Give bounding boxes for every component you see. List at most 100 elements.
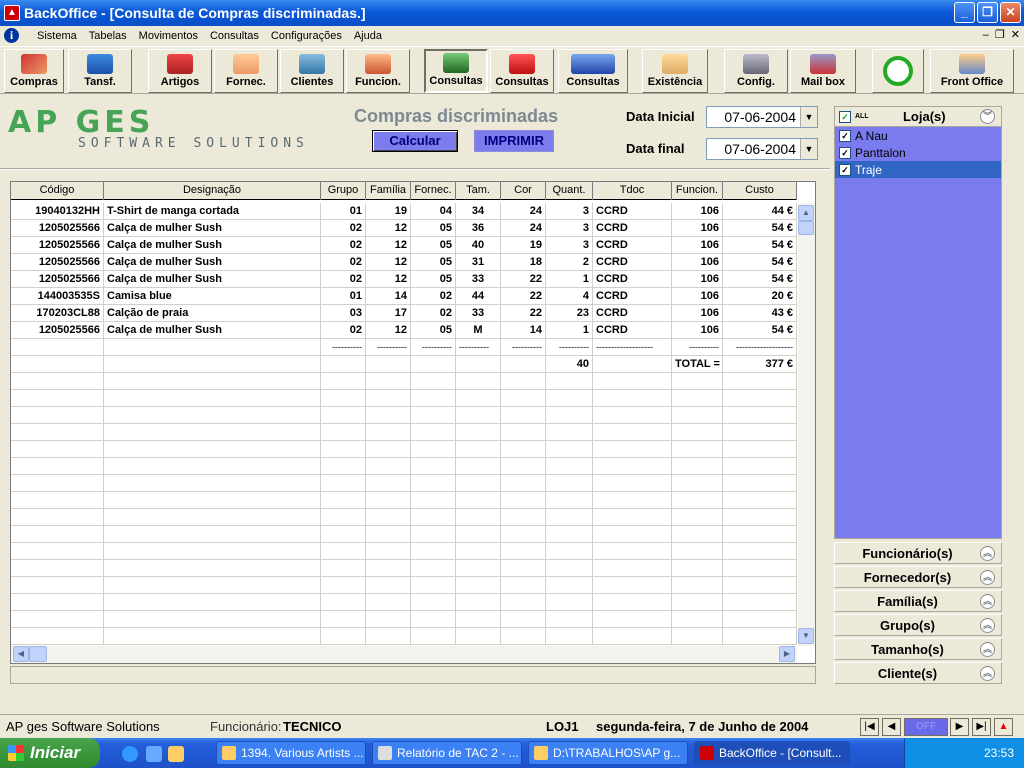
chevron-down-icon[interactable]: ▼ [800,139,817,159]
expand-icon[interactable]: ︽ [980,545,995,561]
filter-panel[interactable]: Tamanho(s) ︽ [834,638,1002,660]
fornec-button[interactable]: Fornec. [214,49,278,93]
data-final-picker[interactable]: 07-06-2004 ▼ [706,138,818,160]
clientes-button[interactable]: Clientes [280,49,344,93]
loja-checkbox[interactable]: ✓ [839,146,851,159]
menu-tabelas[interactable]: Tabelas [83,30,133,42]
table-row[interactable]: 19040132HH T-Shirt de manga cortada 01 19 04… [11,203,797,220]
empty-row[interactable] [11,543,797,560]
select-all-checkbox[interactable]: ✓ [839,110,851,123]
loja-checkbox[interactable]: ✓ [839,163,851,176]
menu-consultas[interactable]: Consultas [204,30,265,42]
table-row[interactable]: 1205025566 Calça de mulher Sush 02 12 05 40 19… [11,237,797,254]
restore-button[interactable]: ❐ [977,2,998,23]
vertical-scrollbar[interactable]: ▲ ▼ [798,203,815,646]
table-row[interactable]: 1205025566 Calça de mulher Sush 02 12 05 31 18… [11,254,797,271]
filter-panel[interactable]: Grupo(s) ︽ [834,614,1002,636]
column-header[interactable]: Grupo [321,182,366,200]
expand-icon[interactable]: ︽ [980,641,995,657]
empty-row[interactable] [11,526,797,543]
config-button[interactable]: Config. [724,49,788,93]
separator-row[interactable]: ---------- ---------- ---------- ----------… [11,339,797,356]
empty-row[interactable] [11,390,797,407]
empty-row[interactable] [11,577,797,594]
filter-panel[interactable]: Fornecedor(s) ︽ [834,566,1002,588]
close-button[interactable]: ✕ [1000,2,1021,23]
next-record-icon[interactable]: ▶ [950,718,969,736]
artigos-button[interactable]: Artigos [148,49,212,93]
imprimir-button[interactable]: IMPRIMIR [474,130,554,152]
column-header[interactable]: Família [366,182,411,200]
filter-panel[interactable]: Funcionário(s) ︽ [834,542,1002,564]
loja-item[interactable]: ✓ Panttalon [835,144,1001,161]
empty-row[interactable] [11,611,797,628]
menu-configuracoes[interactable]: Configurações [265,30,348,42]
data-inicial-picker[interactable]: 07-06-2004 ▼ [706,106,818,128]
task-backoffice[interactable]: BackOffice - [Consult... [694,741,850,765]
horizontal-scrollbar[interactable]: ◀ ▶ [11,646,797,663]
column-header[interactable]: Quant. [546,182,593,200]
scroll-up-icon[interactable]: ▲ [798,205,814,221]
table-row[interactable]: 170203CL88 Calção de praia 03 17 02 33 22 23 CCR… [11,305,797,322]
consultas-top-button[interactable]: Consultas [558,49,628,93]
empty-row[interactable] [11,509,797,526]
task-explorer[interactable]: D:\TRABALHOS\AP g... [528,741,688,765]
mailbox-button[interactable]: Mail box [790,49,856,93]
task-music[interactable]: 1394. Various Artists ... [216,741,366,765]
ie-icon[interactable] [122,746,138,762]
first-record-icon[interactable]: |◀ [860,718,879,736]
column-header[interactable]: Tam. [456,182,501,200]
column-header[interactable]: Designação [104,182,321,200]
front-office-button[interactable]: Front Office [930,49,1014,93]
scroll-thumb[interactable] [798,221,814,235]
empty-row[interactable] [11,475,797,492]
up-arrow-icon[interactable]: ▲ [994,718,1013,736]
task-word[interactable]: Relatório de TAC 2 - ... [372,741,522,765]
expand-icon[interactable]: ︽ [980,617,995,633]
empty-row[interactable] [11,373,797,390]
column-header[interactable]: Funcion. [672,182,723,200]
table-row[interactable]: 1205025566 Calça de mulher Sush 02 12 05 36 24… [11,220,797,237]
compras-button[interactable]: Compras [4,49,64,93]
funcion-button[interactable]: Funcion. [346,49,410,93]
empty-row[interactable] [11,407,797,424]
menu-movimentos[interactable]: Movimentos [133,30,204,42]
loja-item[interactable]: ✓ Traje [835,161,1001,178]
scroll-right-icon[interactable]: ▶ [779,646,795,662]
consultas-compras-button[interactable]: Consultas [424,49,488,93]
menu-sistema[interactable]: Sistema [31,30,83,42]
desktop-icon[interactable] [146,746,162,762]
column-header[interactable]: Tdoc [593,182,672,200]
column-header[interactable]: Custo [723,182,797,200]
hscroll-thumb[interactable] [29,646,47,662]
calcular-button[interactable]: Calcular [372,130,458,152]
empty-row[interactable] [11,492,797,509]
table-row[interactable]: 1205025566 Calça de mulher Sush 02 12 05 33 22… [11,271,797,288]
empty-row[interactable] [11,594,797,611]
start-button[interactable]: Iniciar [0,738,100,768]
consultas-vendas-button[interactable]: Consultas [490,49,554,93]
info-icon[interactable]: i [4,28,19,43]
folder-icon[interactable] [168,746,184,762]
empty-row[interactable] [11,441,797,458]
empty-row[interactable] [11,458,797,475]
expand-icon[interactable]: ︽ [980,569,995,585]
column-header[interactable]: Código [11,182,104,200]
scroll-down-icon[interactable]: ▼ [798,628,814,644]
column-header[interactable]: Fornec. [411,182,456,200]
clock-button[interactable] [872,49,924,93]
expand-icon[interactable]: ︽ [980,593,995,609]
scroll-left-icon[interactable]: ◀ [13,646,29,662]
mdi-restore-button[interactable]: ❐ [995,26,1005,45]
column-header[interactable]: Cor [501,182,546,200]
loja-checkbox[interactable]: ✓ [839,129,851,142]
filter-panel[interactable]: Família(s) ︽ [834,590,1002,612]
chevron-down-icon[interactable]: ▼ [800,107,817,127]
tansf-button[interactable]: Tansf. [68,49,132,93]
collapse-icon[interactable]: ︾ [980,109,995,124]
existencia-button[interactable]: Existência [642,49,708,93]
empty-row[interactable] [11,628,797,645]
prev-record-icon[interactable]: ◀ [882,718,901,736]
menu-ajuda[interactable]: Ajuda [348,30,388,42]
empty-row[interactable] [11,560,797,577]
